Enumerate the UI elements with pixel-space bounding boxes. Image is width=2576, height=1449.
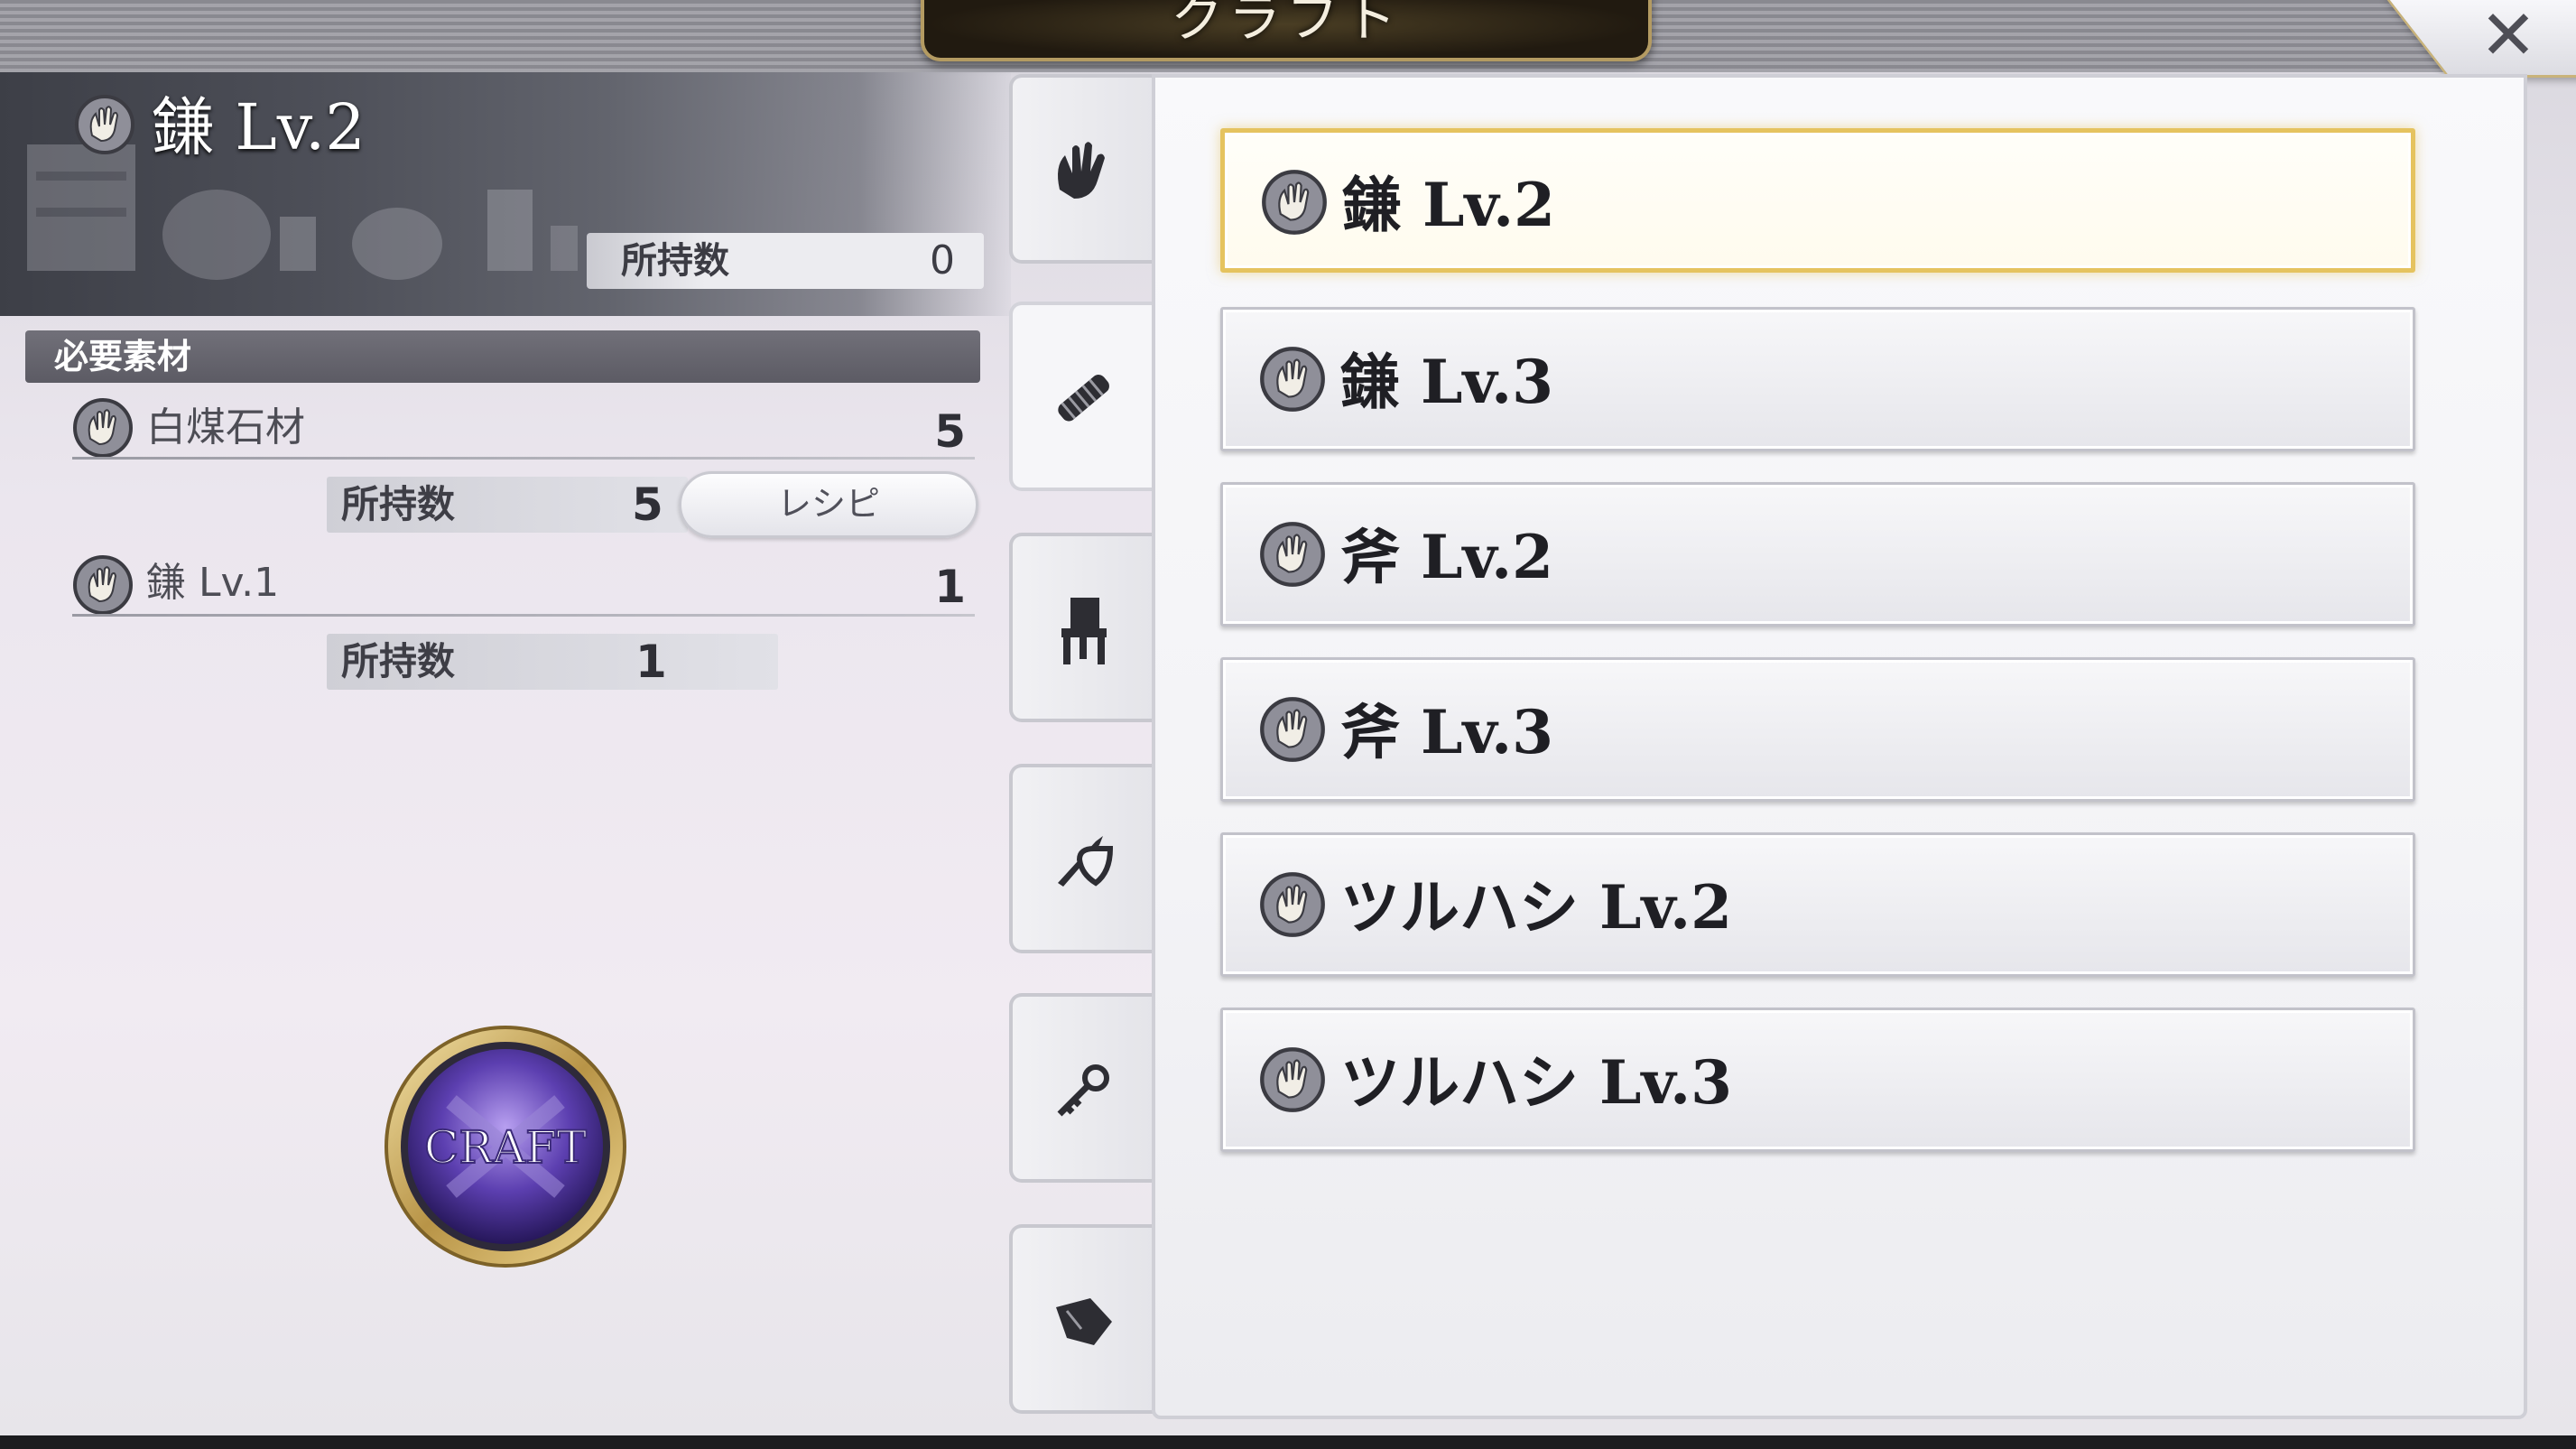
hand-icon [1260, 697, 1325, 762]
key-icon [1057, 1064, 1109, 1117]
material-owned-value: 5 [632, 478, 663, 531]
glove-icon [1058, 142, 1105, 199]
hand-icon [1260, 347, 1325, 412]
tool-icon [1058, 375, 1109, 422]
material-required-qty: 5 [934, 405, 966, 458]
recipe-list-label: 鎌 Lv.2 [1342, 170, 1555, 240]
recipe-button[interactable]: レシピ [679, 471, 978, 538]
selected-item-title: 鎌 Lv.2 [152, 90, 366, 164]
divider [72, 457, 975, 460]
recipe-list-item[interactable]: 鎌 Lv.3 [1220, 307, 2415, 451]
recipe-list-label: 斧 Lv.2 [1340, 522, 1553, 592]
required-materials-label: 必要素材 [54, 337, 192, 376]
hand-icon [1260, 872, 1325, 937]
hand-icon [73, 555, 133, 615]
craft-screen: クラフト ✕ 鎌 Lv.2 所持数 0 必要素材 白煤石材 5 所持数 5 レシ… [0, 0, 2576, 1435]
craft-button[interactable]: CRAFT [379, 1020, 632, 1273]
material-owned-value: 1 [635, 636, 667, 688]
cloth-icon [1056, 1298, 1112, 1345]
craft-button-label: CRAFT [424, 1121, 587, 1174]
recipe-list-item[interactable]: ツルハシ Lv.3 [1220, 1008, 2415, 1152]
divider [72, 614, 975, 617]
sword-shield-icon [1058, 836, 1114, 887]
recipe-list-label: ツルハシ Lv.2 [1340, 872, 1732, 943]
hand-icon [1260, 522, 1325, 587]
title-tab: クラフト [921, 0, 1652, 61]
window-title: クラフト [1170, 0, 1402, 49]
close-icon[interactable]: ✕ [2475, 1, 2542, 70]
hand-icon [1260, 1047, 1325, 1112]
hand-icon [1262, 170, 1327, 235]
recipe-list-item[interactable]: 斧 Lv.3 [1220, 657, 2415, 802]
owned-count-label: 所持数 [621, 240, 729, 282]
recipe-list-item[interactable]: 斧 Lv.2 [1220, 482, 2415, 627]
material-owned-label: 所持数 [341, 482, 456, 526]
recipe-list-label: ツルハシ Lv.3 [1340, 1047, 1732, 1118]
recipe-list-item[interactable]: ツルハシ Lv.2 [1220, 832, 2415, 977]
bottom-edge [0, 1435, 2576, 1449]
hand-icon [75, 95, 134, 154]
hand-icon [73, 398, 133, 458]
chair-icon [1061, 598, 1107, 664]
material-name: 鎌 Lv.1 [146, 560, 280, 606]
recipe-list-label: 鎌 Lv.3 [1340, 347, 1553, 417]
material-owned-label: 所持数 [341, 639, 456, 683]
material-required-qty: 1 [934, 561, 966, 613]
recipe-list-item[interactable]: 鎌 Lv.2 [1220, 128, 2415, 273]
owned-count-value: 0 [930, 237, 955, 283]
recipe-list-label: 斧 Lv.3 [1340, 697, 1553, 767]
material-name: 白煤石材 [146, 404, 305, 450]
